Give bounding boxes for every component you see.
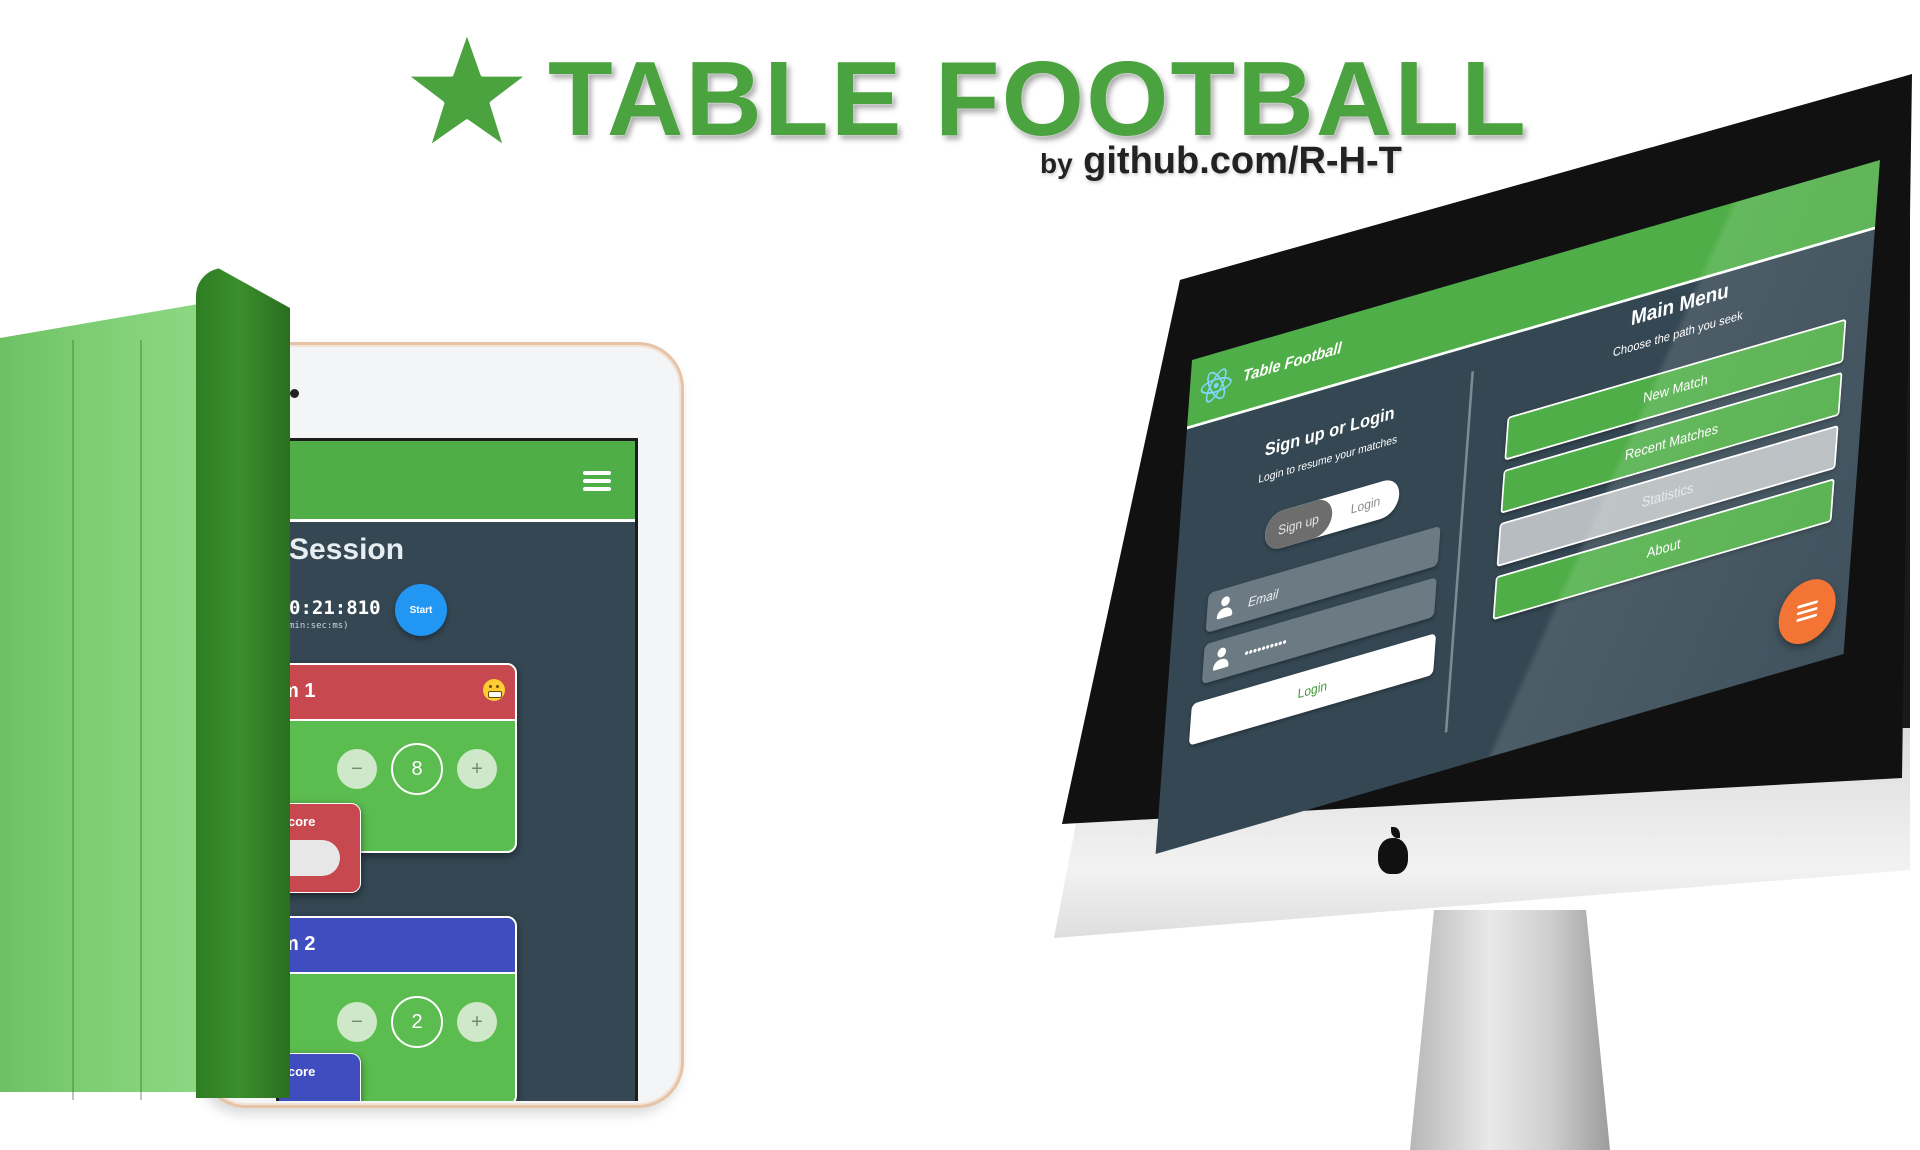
user-icon <box>1211 645 1232 673</box>
cover-spine <box>196 268 290 1098</box>
tablet-smart-cover <box>0 302 210 1092</box>
cover-crease <box>140 340 142 1100</box>
timer-unit-label: min:sec:ms) <box>289 621 349 631</box>
apple-logo-icon <box>1378 827 1408 874</box>
imac-stand <box>1410 910 1610 1150</box>
signup-login-toggle[interactable]: Sign up Login <box>1263 476 1401 553</box>
team-1-score-stepper: − 8 + <box>337 743 497 795</box>
team-2-header: m 2 <box>279 918 515 974</box>
react-logo-icon <box>1200 368 1232 403</box>
cover-crease <box>72 340 74 1100</box>
team-2-score: 2 <box>391 996 443 1048</box>
session-timer: 0:21:810 <box>289 597 381 619</box>
decrement-button[interactable]: − <box>337 1002 377 1042</box>
team-2-score-stepper: − 2 + <box>337 996 497 1048</box>
app-title: Table Football <box>1242 338 1343 386</box>
team-1-header: m 1 <box>279 665 515 721</box>
tablet-screen: Session 0:21:810 min:sec:ms) Start m 1 −… <box>276 438 638 1101</box>
start-button[interactable]: Start <box>395 584 447 636</box>
tablet-app-bar <box>279 441 635 522</box>
decrement-button[interactable]: − <box>337 749 377 789</box>
star-icon <box>400 26 534 153</box>
team-1-score: 8 <box>391 743 443 795</box>
session-title: Session <box>289 533 405 566</box>
toggle-signup[interactable]: Sign up <box>1263 495 1334 553</box>
hamburger-icon[interactable] <box>583 471 611 491</box>
increment-button[interactable]: + <box>457 749 497 789</box>
toggle-login[interactable]: Login <box>1331 476 1401 534</box>
increment-button[interactable]: + <box>457 1002 497 1042</box>
grimace-emoji-icon <box>483 679 505 701</box>
user-icon <box>1215 594 1236 622</box>
tablet-camera <box>290 389 299 398</box>
